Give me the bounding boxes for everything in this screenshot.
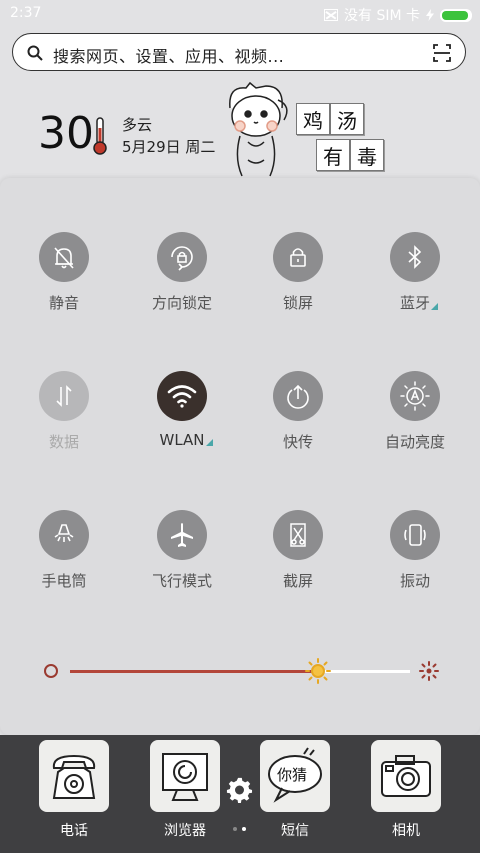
scan-icon[interactable] bbox=[433, 44, 451, 62]
toggle-mobile-data[interactable]: 数据 bbox=[9, 371, 119, 452]
toggle-lock-screen[interactable]: 锁屏 bbox=[243, 232, 353, 313]
brightness-max-icon bbox=[419, 661, 439, 681]
bell-off-icon bbox=[39, 232, 89, 282]
sign-tile-3: 有 bbox=[316, 139, 350, 171]
weather-condition: 多云 bbox=[122, 116, 153, 134]
toggle-label: WLAN bbox=[159, 431, 213, 449]
toggle-auto-brightness[interactable]: 自动亮度 bbox=[360, 371, 470, 452]
charging-icon bbox=[426, 9, 434, 21]
no-sim-icon bbox=[324, 9, 338, 21]
toggle-flashlight[interactable]: 手电筒 bbox=[9, 510, 119, 591]
flashlight-icon bbox=[39, 510, 89, 560]
weather-date: 5月29日 周二 bbox=[122, 138, 216, 156]
page-indicator bbox=[233, 827, 246, 831]
app-messages[interactable]: 你猜 短信 bbox=[250, 740, 340, 840]
bluetooth-icon bbox=[390, 232, 440, 282]
sign-tile-1: 鸡 bbox=[296, 103, 330, 135]
toggle-vibrate[interactable]: 振动 bbox=[360, 510, 470, 591]
toggle-airplane-mode[interactable]: 飞行模式 bbox=[127, 510, 237, 591]
status-bar: 2:37 没有 SIM 卡 bbox=[0, 0, 480, 28]
toggle-label: 快传 bbox=[282, 433, 313, 451]
rotation-lock-icon bbox=[157, 232, 207, 282]
app-name: 相机 bbox=[392, 823, 420, 839]
mascot-illustration bbox=[229, 81, 288, 177]
bubble-text: 你猜 bbox=[277, 766, 308, 784]
app-browser[interactable]: 浏览器 bbox=[140, 740, 230, 840]
expand-indicator-icon bbox=[205, 439, 213, 446]
message-bubble-icon: 你猜 bbox=[260, 740, 330, 812]
toggle-mute[interactable]: 静音 bbox=[9, 232, 119, 313]
toggle-quick-transfer[interactable]: 快传 bbox=[243, 371, 353, 452]
toggle-label: 锁屏 bbox=[282, 294, 313, 312]
toggle-screenshot[interactable]: 截屏 bbox=[243, 510, 353, 591]
toggle-label: 方向锁定 bbox=[151, 294, 212, 312]
mobile-data-icon bbox=[39, 371, 89, 421]
page-dot-active bbox=[242, 827, 246, 831]
toggle-label: 振动 bbox=[399, 572, 430, 590]
camera-icon bbox=[371, 740, 441, 812]
airplane-icon bbox=[157, 510, 207, 560]
bluetooth-label-text: 蓝牙 bbox=[399, 294, 430, 312]
wlan-label-text: WLAN bbox=[159, 431, 205, 449]
battery-fill bbox=[442, 10, 468, 20]
lock-icon bbox=[273, 232, 323, 282]
toggle-label: 静音 bbox=[48, 294, 79, 312]
telephone-icon bbox=[39, 740, 109, 812]
app-phone[interactable]: 电话 bbox=[29, 740, 119, 840]
vibrate-icon bbox=[390, 510, 440, 560]
search-bar[interactable]: 搜索网页、设置、应用、视频... bbox=[12, 33, 466, 71]
toggle-rotation-lock[interactable]: 方向锁定 bbox=[127, 232, 237, 313]
toggle-label: 飞行模式 bbox=[151, 572, 212, 590]
app-name: 短信 bbox=[281, 823, 309, 839]
brightness-slider[interactable] bbox=[70, 670, 410, 673]
app-name: 电话 bbox=[60, 823, 88, 839]
brightness-min-icon bbox=[44, 664, 58, 678]
toggle-label: 截屏 bbox=[282, 572, 313, 590]
status-indicators: 没有 SIM 卡 bbox=[324, 5, 472, 25]
brightness-thumb-icon[interactable] bbox=[305, 658, 332, 684]
toggle-wlan[interactable]: WLAN bbox=[127, 371, 237, 449]
gear-icon[interactable] bbox=[226, 776, 254, 804]
wifi-icon bbox=[157, 371, 207, 421]
browser-icon bbox=[150, 740, 220, 812]
quick-transfer-icon bbox=[273, 371, 323, 421]
sign-tile-2: 汤 bbox=[330, 103, 364, 135]
screenshot-icon bbox=[273, 510, 323, 560]
app-camera[interactable]: 相机 bbox=[361, 740, 451, 840]
app-name: 浏览器 bbox=[164, 823, 206, 839]
carrier-text: 没有 SIM 卡 bbox=[344, 8, 420, 24]
thermometer-icon bbox=[93, 117, 107, 155]
page-dot bbox=[233, 827, 237, 831]
battery-icon bbox=[440, 8, 472, 22]
auto-brightness-icon bbox=[390, 371, 440, 421]
expand-indicator-icon bbox=[431, 303, 438, 310]
temperature: 30 bbox=[38, 108, 94, 159]
search-placeholder[interactable]: 搜索网页、设置、应用、视频... bbox=[53, 43, 284, 67]
toggle-label: 手电筒 bbox=[41, 572, 87, 590]
toggle-bluetooth[interactable]: 蓝牙 bbox=[360, 232, 470, 313]
sign-tile-4: 毒 bbox=[350, 139, 384, 171]
toggle-label: 蓝牙 bbox=[399, 292, 438, 313]
search-icon bbox=[27, 45, 43, 61]
toggle-label: 数据 bbox=[48, 433, 79, 451]
toggle-label: 自动亮度 bbox=[384, 433, 445, 451]
status-time: 2:37 bbox=[10, 5, 42, 21]
brightness-fill bbox=[70, 670, 319, 673]
